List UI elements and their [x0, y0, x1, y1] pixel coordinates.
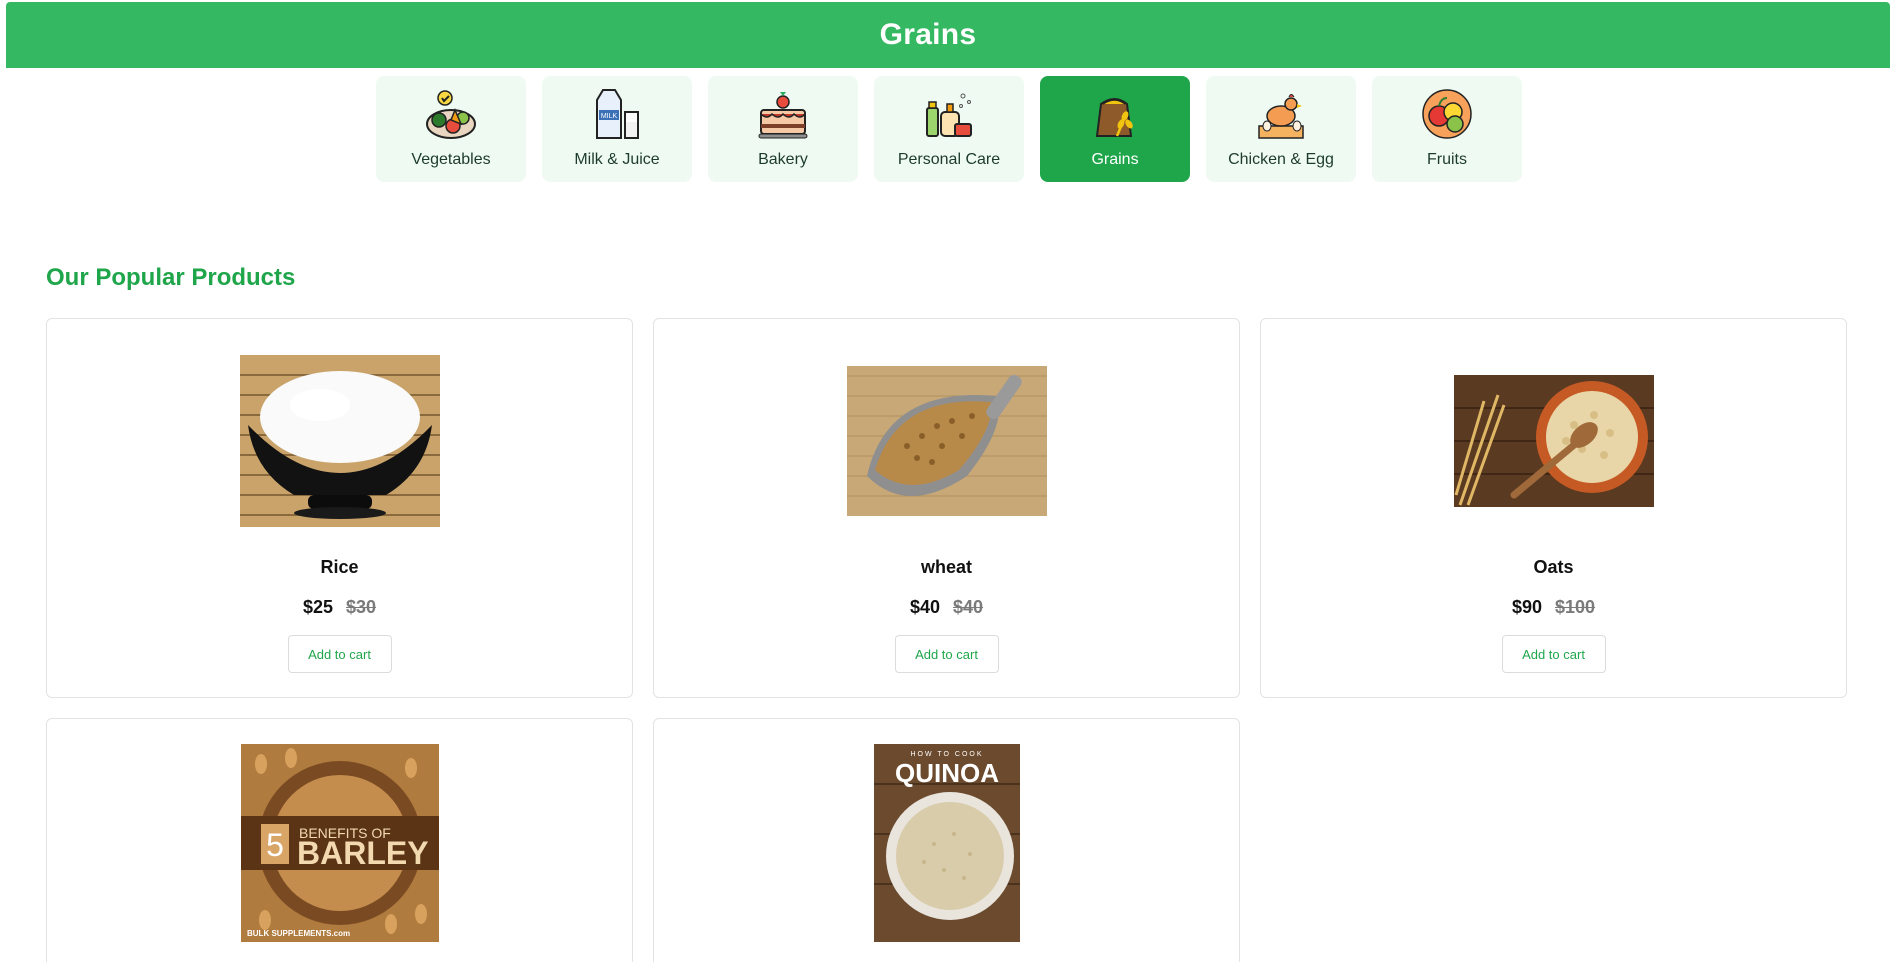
- category-chicken-egg[interactable]: Chicken & Egg: [1206, 76, 1356, 182]
- product-name: Oats: [1533, 557, 1574, 577]
- product-grid: Rice $25 $30 Add to cart wheat $40 $40 A…: [46, 318, 1847, 962]
- product-card: wheat $40 $40 Add to cart: [653, 318, 1240, 698]
- product-card: HOW TO COOK QUINOA: [653, 718, 1240, 962]
- svg-text:BULK SUPPLEMENTS.com: BULK SUPPLEMENTS.com: [247, 929, 350, 938]
- category-bakery[interactable]: Bakery: [708, 76, 858, 182]
- category-label: Bakery: [758, 151, 808, 168]
- page-title: Grains: [879, 18, 977, 51]
- add-to-cart-button[interactable]: Add to cart: [287, 635, 392, 673]
- product-card: Oats $90 $100 Add to cart: [1260, 318, 1847, 698]
- fruit-bowl-icon: [1422, 89, 1472, 139]
- rice-bowl-photo: [239, 355, 440, 527]
- category-bar: Vegetables MILK Milk & Juice Bakery Pers…: [376, 76, 1522, 182]
- product-prices: $40 $40: [654, 597, 1239, 618]
- product-prices: $90 $100: [1261, 597, 1846, 618]
- product-old-price: $30: [346, 597, 377, 617]
- svg-text:5: 5: [266, 827, 284, 863]
- category-label: Milk & Juice: [574, 151, 660, 168]
- product-card: 5 BENEFITS OF BARLEY BULK SUPPLEMENTS.co…: [46, 718, 633, 962]
- category-label: Chicken & Egg: [1228, 151, 1334, 168]
- product-prices: $25 $30: [47, 597, 632, 618]
- grain-sack-icon: [1095, 98, 1133, 137]
- wheat-scoop-photo: [846, 366, 1047, 516]
- product-price: $40: [909, 597, 940, 617]
- section-title: Our Popular Products: [46, 264, 296, 291]
- category-milk-juice[interactable]: MILK Milk & Juice: [542, 76, 692, 182]
- product-price: $90: [1511, 597, 1542, 617]
- category-fruits[interactable]: Fruits: [1372, 76, 1522, 182]
- barley-photo: 5 BENEFITS OF BARLEY BULK SUPPLEMENTS.co…: [240, 744, 439, 942]
- product-name: Rice: [320, 557, 359, 577]
- app-viewport: Grains Vegetables MILK Milk & Juice Bake…: [6, 2, 1890, 962]
- chicken-icon: [1258, 94, 1304, 139]
- category-vegetables[interactable]: Vegetables: [376, 76, 526, 182]
- category-label: Fruits: [1427, 151, 1467, 168]
- quinoa-photo: HOW TO COOK QUINOA: [873, 744, 1020, 942]
- svg-text:HOW TO COOK: HOW TO COOK: [910, 751, 983, 758]
- category-grains[interactable]: Grains: [1040, 76, 1190, 182]
- category-label: Personal Care: [897, 151, 1001, 168]
- category-label: Vegetables: [411, 151, 491, 168]
- milk-carton-icon: MILK: [596, 89, 639, 139]
- category-personal-care[interactable]: Personal Care: [874, 76, 1024, 182]
- svg-text:QUINOA: QUINOA: [895, 758, 999, 788]
- vegetables-basket-icon: [426, 90, 476, 139]
- cake-icon: [758, 92, 808, 139]
- product-name: wheat: [920, 557, 972, 577]
- toiletries-icon: [926, 93, 972, 137]
- product-old-price: $40: [953, 597, 984, 617]
- oats-bowl-photo: [1453, 375, 1654, 507]
- category-label: Grains: [1091, 151, 1139, 168]
- add-to-cart-button[interactable]: Add to cart: [1501, 635, 1606, 673]
- product-old-price: $100: [1555, 597, 1596, 617]
- add-to-cart-button[interactable]: Add to cart: [894, 635, 999, 673]
- product-card: Rice $25 $30 Add to cart: [46, 318, 633, 698]
- product-price: $25: [302, 597, 333, 617]
- svg-text:MILK: MILK: [601, 113, 618, 120]
- header-bar: Grains: [6, 2, 1890, 68]
- svg-text:BARLEY: BARLEY: [297, 835, 429, 871]
